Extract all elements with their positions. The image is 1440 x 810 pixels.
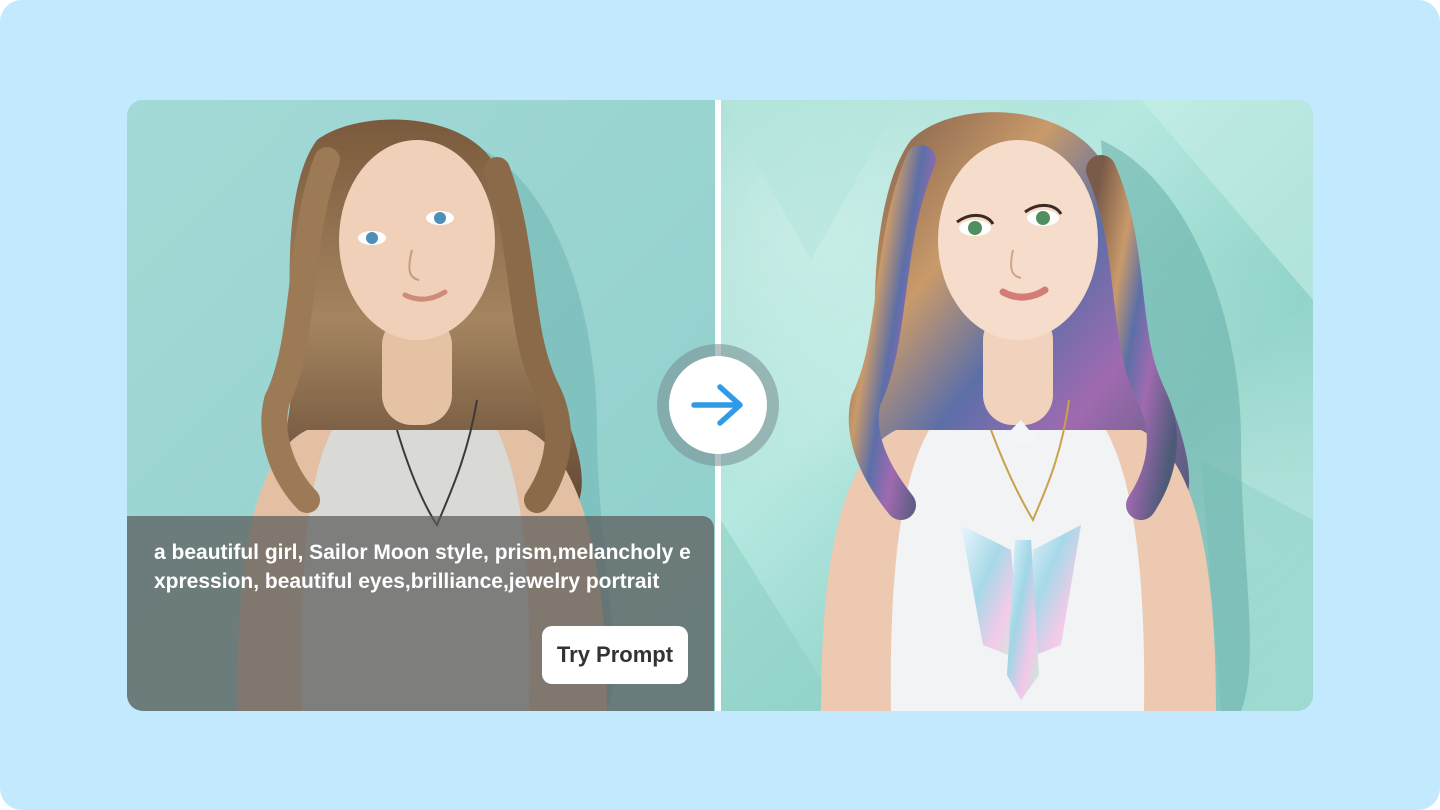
- try-prompt-button[interactable]: Try Prompt: [542, 626, 688, 684]
- arrow-right-icon: [691, 384, 743, 426]
- prompt-overlay: a beautiful girl, Sailor Moon style, pri…: [127, 516, 714, 711]
- arrow-circle: [669, 356, 767, 454]
- arrow-ring: [657, 344, 779, 466]
- generated-portrait-image: [721, 100, 1313, 711]
- prompt-text: a beautiful girl, Sailor Moon style, pri…: [154, 541, 691, 593]
- original-image-panel: a beautiful girl, Sailor Moon style, pri…: [127, 100, 715, 711]
- page-background: a beautiful girl, Sailor Moon style, pri…: [0, 0, 1440, 810]
- generated-image-panel: [721, 100, 1313, 711]
